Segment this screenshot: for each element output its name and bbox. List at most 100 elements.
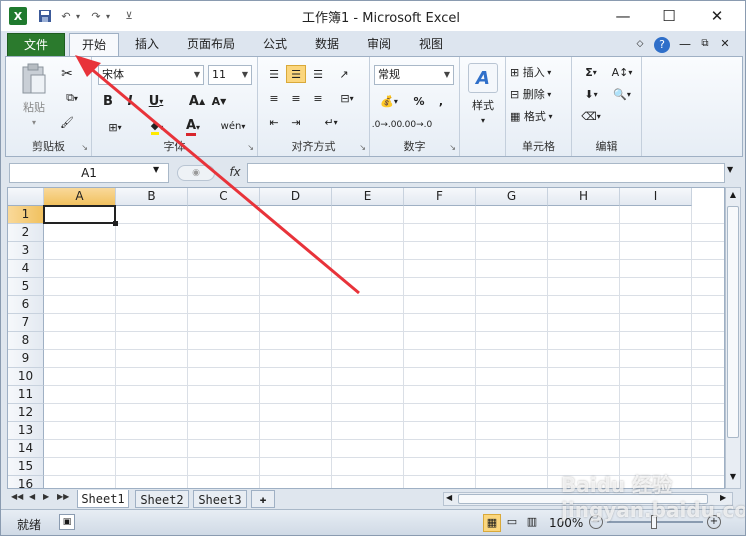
row-header[interactable]: 15 <box>8 458 44 476</box>
column-header[interactable]: C <box>188 188 260 206</box>
minimize-button[interactable]: — <box>601 1 645 31</box>
font-launcher-icon[interactable]: ↘ <box>247 143 254 152</box>
prev-sheet-icon[interactable]: ◀ <box>29 492 35 501</box>
row-header[interactable]: 7 <box>8 314 44 332</box>
row-header[interactable]: 4 <box>8 260 44 278</box>
expand-formula-icon[interactable]: ▼ <box>727 165 733 174</box>
excel-app-icon[interactable]: X <box>9 7 27 25</box>
row-header[interactable]: 10 <box>8 368 44 386</box>
page-break-view-icon[interactable]: ▥ <box>523 514 541 532</box>
workbook-close-icon[interactable]: ✕ <box>717 33 733 57</box>
maximize-button[interactable]: ☐ <box>647 1 691 31</box>
name-box[interactable]: A1 <box>9 163 169 183</box>
help-icon[interactable]: ? <box>653 33 671 57</box>
row-header[interactable]: 8 <box>8 332 44 350</box>
wrap-text-icon[interactable]: ↵ ▾ <box>318 113 344 131</box>
scroll-thumb[interactable] <box>727 206 739 438</box>
comma-style-icon[interactable]: , <box>432 91 450 111</box>
formula-controls-icon[interactable]: ◉ <box>177 165 215 181</box>
accounting-format-icon[interactable]: 💰 ▾ <box>374 91 404 111</box>
merge-center-icon[interactable]: ⊟ ▾ <box>334 89 360 107</box>
row-header[interactable]: 2 <box>8 224 44 242</box>
first-sheet-icon[interactable]: ◀◀ <box>11 492 23 501</box>
select-all-corner[interactable] <box>8 188 44 206</box>
column-header[interactable]: D <box>260 188 332 206</box>
workbook-restore-icon[interactable]: ⧉ <box>697 33 713 57</box>
tab-review[interactable]: 审阅 <box>357 33 401 57</box>
selected-cell-a1[interactable] <box>43 205 116 224</box>
close-button[interactable]: ✕ <box>695 1 739 31</box>
align-top-icon[interactable]: ☰ <box>264 65 284 83</box>
next-sheet-icon[interactable]: ▶ <box>43 492 49 501</box>
decrease-indent-icon[interactable]: ⇤ <box>264 113 284 131</box>
cut-icon[interactable]: ✂ <box>58 65 76 83</box>
format-cells-button[interactable]: ▦ 格式 ▾ <box>510 107 568 125</box>
decrease-decimal-icon[interactable]: .00→.0 <box>402 115 432 135</box>
insert-cells-button[interactable]: ⊞ 插入 ▾ <box>510 63 568 81</box>
tab-page-layout[interactable]: 页面布局 <box>179 33 243 57</box>
italic-icon[interactable]: I <box>122 91 138 111</box>
phonetic-guide-icon[interactable]: wén ▾ <box>218 115 248 137</box>
number-format-dropdown[interactable]: 常规 ▼ <box>374 65 454 85</box>
macro-record-icon[interactable]: ▣ <box>59 514 75 530</box>
number-launcher-icon[interactable]: ↘ <box>449 143 456 152</box>
styles-dropdown-icon[interactable]: ▾ <box>462 115 504 125</box>
row-header[interactable]: 9 <box>8 350 44 368</box>
tab-insert[interactable]: 插入 <box>125 33 169 57</box>
column-header[interactable]: B <box>116 188 188 206</box>
borders-icon[interactable]: ⊞ ▾ <box>100 117 130 137</box>
clipboard-launcher-icon[interactable]: ↘ <box>81 143 88 152</box>
row-header[interactable]: 11 <box>8 386 44 404</box>
undo-dropdown-icon[interactable]: ▾ <box>73 7 83 25</box>
redo-dropdown-icon[interactable]: ▾ <box>103 7 113 25</box>
customize-toolbar-icon[interactable]: ⊻ <box>123 7 135 25</box>
insert-function-icon[interactable]: fx <box>223 163 247 183</box>
column-header[interactable]: E <box>332 188 404 206</box>
find-select-icon[interactable]: 🔍 ▾ <box>608 85 636 103</box>
delete-cells-button[interactable]: ⊟ 删除 ▾ <box>510 85 568 103</box>
insert-sheet-icon[interactable]: ✚ <box>251 490 275 508</box>
styles-icon[interactable]: A <box>468 63 498 93</box>
tab-file[interactable]: 文件 <box>7 33 65 57</box>
tab-home[interactable]: 开始 <box>69 33 119 57</box>
column-header[interactable]: I <box>620 188 692 206</box>
row-header[interactable]: 6 <box>8 296 44 314</box>
column-header[interactable]: G <box>476 188 548 206</box>
column-header[interactable]: F <box>404 188 476 206</box>
workbook-minimize-icon[interactable]: — <box>677 33 693 57</box>
row-header[interactable]: 3 <box>8 242 44 260</box>
tab-formulas[interactable]: 公式 <box>253 33 297 57</box>
row-header[interactable]: 5 <box>8 278 44 296</box>
align-center-icon[interactable]: ≡ <box>286 89 306 107</box>
paste-icon[interactable] <box>14 61 54 97</box>
row-header[interactable]: 12 <box>8 404 44 422</box>
font-color-icon[interactable]: A ▾ <box>178 117 208 137</box>
fill-color-icon[interactable]: ◆ ▾ <box>142 117 172 137</box>
fill-icon[interactable]: ⬇ ▾ <box>578 85 604 103</box>
formula-input[interactable] <box>247 163 725 183</box>
tab-data[interactable]: 数据 <box>305 33 349 57</box>
styles-button[interactable]: 样式 <box>462 97 504 113</box>
ribbon-collapse-icon[interactable]: ◇ <box>633 33 647 57</box>
bold-icon[interactable]: B <box>100 91 116 111</box>
normal-view-icon[interactable]: ▦ <box>483 514 501 532</box>
row-header[interactable]: 16 <box>8 476 44 488</box>
sort-filter-icon[interactable]: A↕ ▾ <box>608 63 636 81</box>
column-header[interactable]: A <box>44 188 116 206</box>
column-header[interactable]: H <box>548 188 620 206</box>
fill-handle[interactable] <box>113 221 118 226</box>
format-painter-icon[interactable]: 🖌 <box>58 113 76 131</box>
sheet-tab-sheet2[interactable]: Sheet2 <box>135 490 189 508</box>
align-bottom-icon[interactable]: ☰ <box>308 65 328 83</box>
sheet-tab-sheet3[interactable]: Sheet3 <box>193 490 247 508</box>
autosum-icon[interactable]: Σ ▾ <box>578 63 604 81</box>
align-right-icon[interactable]: ≡ <box>308 89 328 107</box>
shrink-font-icon[interactable]: A ▼ <box>210 91 228 111</box>
undo-icon[interactable]: ↶ <box>59 7 73 25</box>
grow-font-icon[interactable]: A ▲ <box>188 91 206 111</box>
font-name-dropdown[interactable]: 宋体 ▼ <box>98 65 204 85</box>
name-box-dropdown-icon[interactable]: ▼ <box>153 165 159 174</box>
tab-view[interactable]: 视图 <box>409 33 453 57</box>
vertical-scrollbar[interactable]: ▲ ▼ <box>725 187 741 489</box>
align-left-icon[interactable]: ≡ <box>264 89 284 107</box>
